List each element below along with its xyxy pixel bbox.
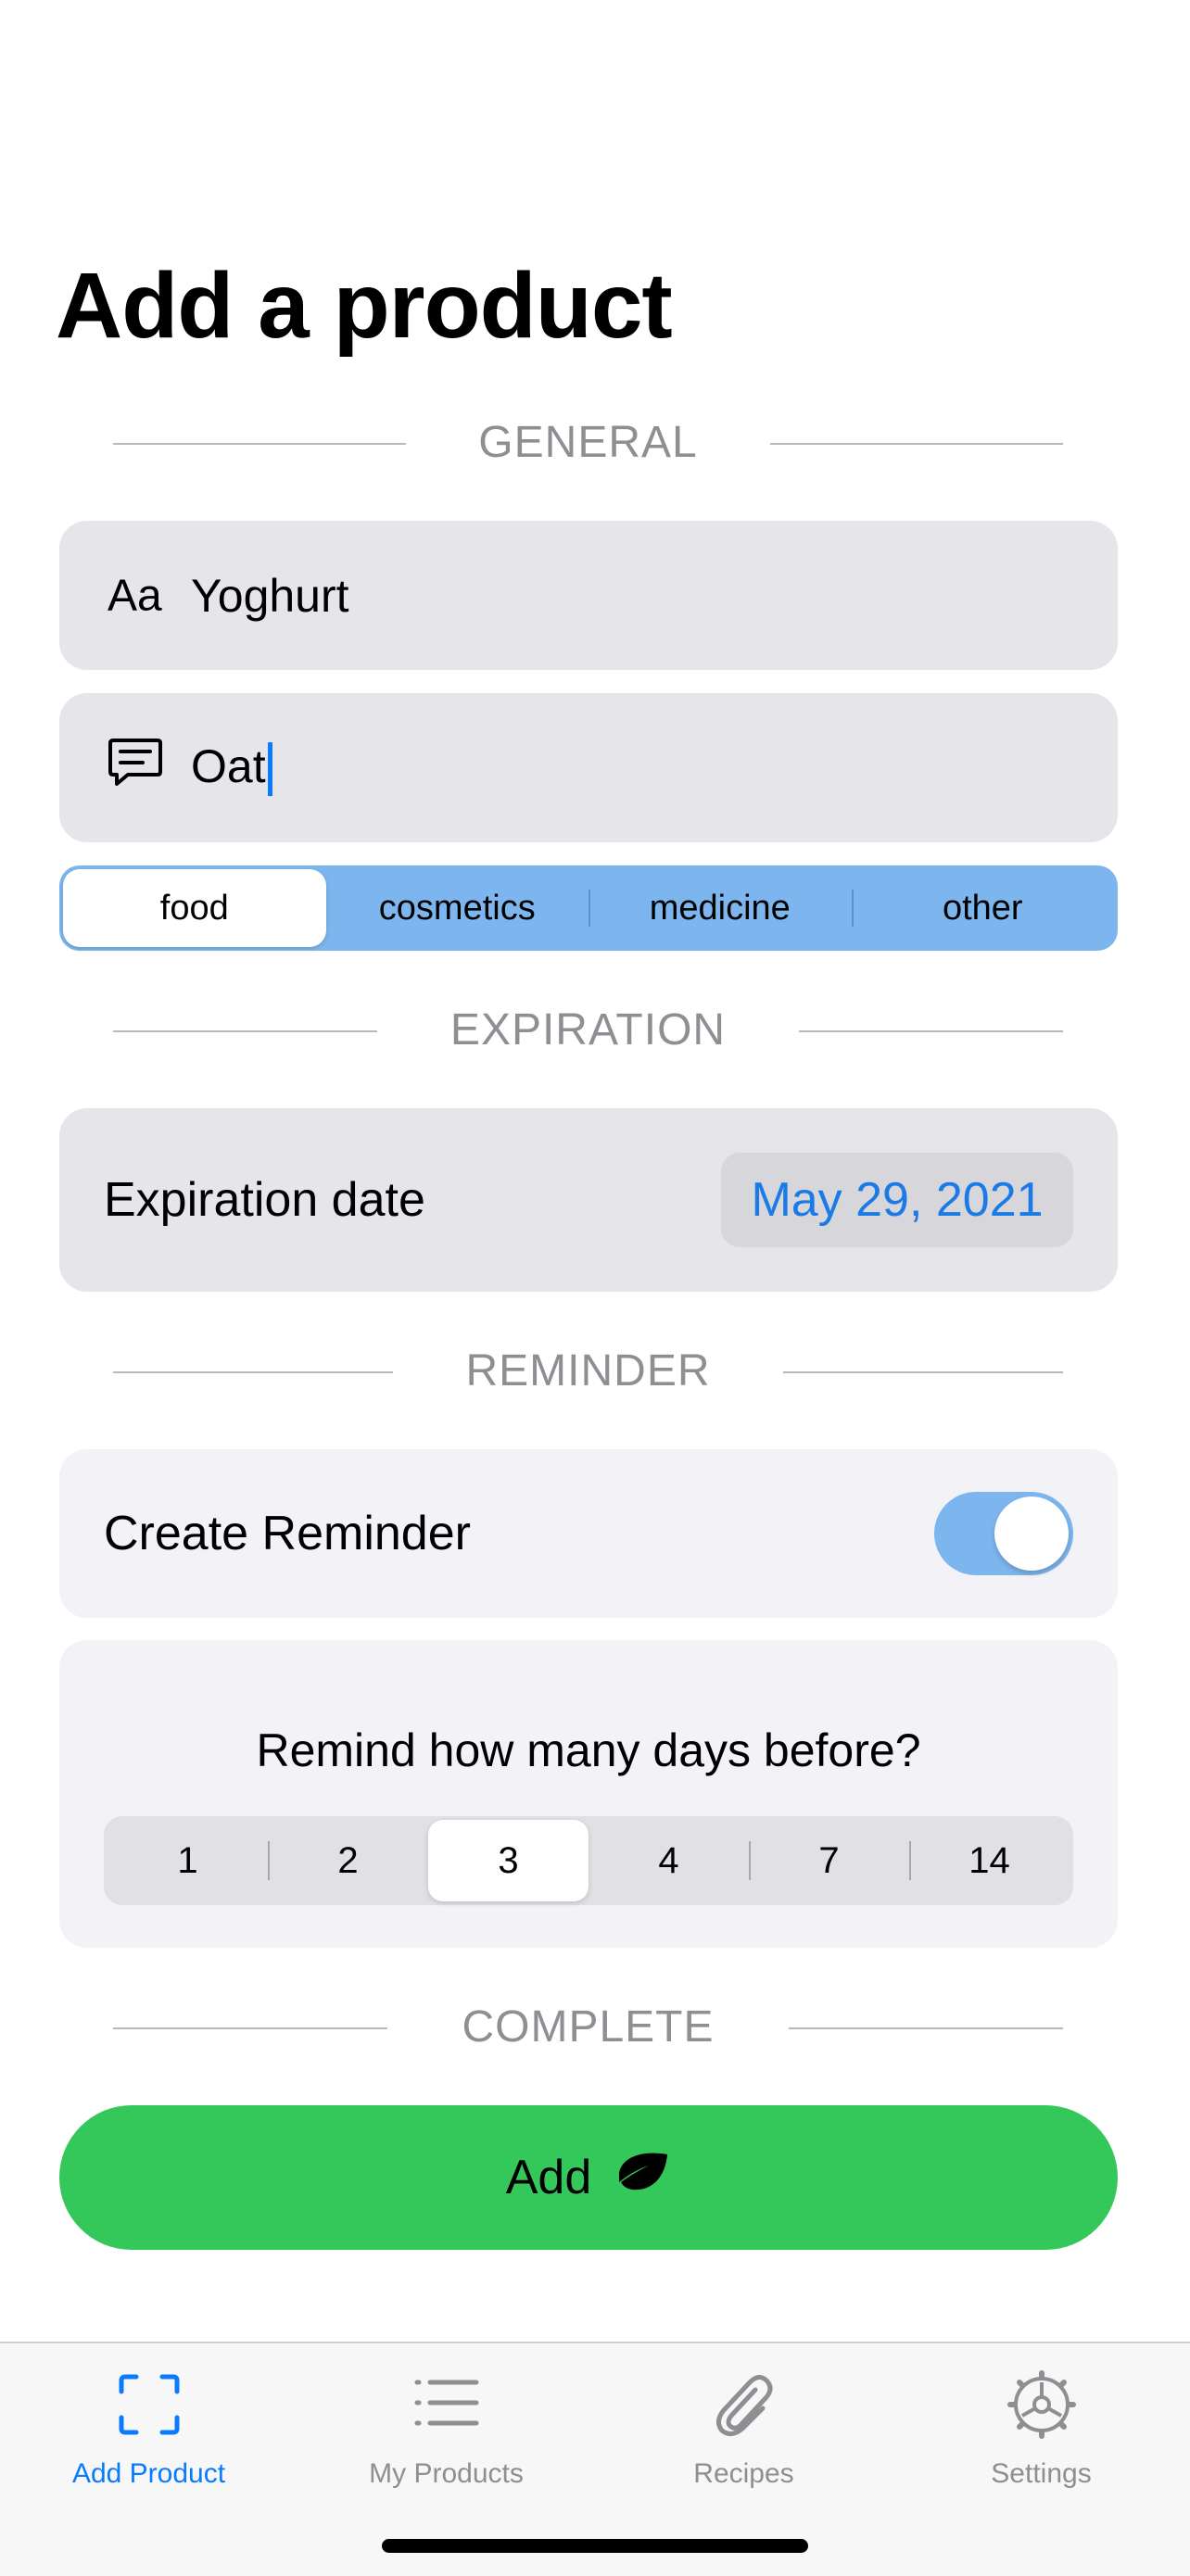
add-product-button[interactable]: Add	[59, 2105, 1118, 2250]
remind-days-card: Remind how many days before? 1 2 3 4 7 1…	[59, 1640, 1118, 1948]
section-header-complete: COMPLETE	[113, 2000, 1063, 2055]
remind-days-segmented-control[interactable]: 1 2 3 4 7 14	[104, 1816, 1073, 1905]
tab-label: Settings	[991, 2458, 1092, 2489]
product-name-value: Yoghurt	[191, 569, 349, 622]
product-note-field[interactable]: Oat	[59, 693, 1118, 842]
category-option-food[interactable]: food	[63, 869, 326, 947]
message-icon	[108, 737, 163, 800]
remind-days-option-1[interactable]: 1	[108, 1820, 268, 1901]
remind-days-option-4[interactable]: 4	[589, 1820, 749, 1901]
category-option-other[interactable]: other	[851, 869, 1115, 947]
expiration-date-row: Expiration date May 29, 2021	[59, 1108, 1118, 1292]
category-segmented-control[interactable]: food cosmetics medicine other	[59, 865, 1118, 951]
remind-days-option-7[interactable]: 7	[749, 1820, 909, 1901]
section-label: COMPLETE	[462, 2002, 715, 2052]
paperclip-icon	[715, 2375, 772, 2436]
remind-days-question: Remind how many days before?	[256, 1724, 921, 1776]
tab-label: My Products	[369, 2458, 524, 2489]
gear-icon	[1006, 2370, 1076, 2439]
home-indicator	[382, 2539, 808, 2553]
leaf-icon	[615, 2149, 671, 2207]
create-reminder-row: Create Reminder	[59, 1449, 1118, 1618]
product-name-field[interactable]: Aa Yoghurt	[59, 521, 1118, 670]
toggle-knob	[994, 1496, 1069, 1571]
product-note-value: Oat	[191, 739, 266, 792]
section-header-general: GENERAL	[113, 415, 1063, 471]
text-format-icon: Aa	[108, 571, 162, 620]
section-label: EXPIRATION	[449, 1005, 727, 1054]
tab-recipes[interactable]: Recipes	[595, 2343, 892, 2510]
text-cursor	[267, 742, 272, 797]
create-reminder-toggle[interactable]	[934, 1492, 1073, 1575]
section-label: REMINDER	[465, 1346, 711, 1395]
category-option-cosmetics[interactable]: cosmetics	[326, 869, 589, 947]
tab-label: Add Product	[71, 2458, 226, 2489]
category-option-medicine[interactable]: medicine	[589, 869, 852, 947]
scan-icon	[119, 2374, 179, 2435]
section-header-reminder: REMINDER	[113, 1344, 1063, 1399]
tab-add-product[interactable]: Add Product	[0, 2343, 298, 2510]
expiration-date-picker[interactable]: May 29, 2021	[721, 1153, 1073, 1247]
list-icon	[414, 2380, 478, 2426]
expiration-date-label: Expiration date	[104, 1173, 425, 1227]
remind-days-option-14[interactable]: 14	[909, 1820, 1070, 1901]
remind-days-option-3[interactable]: 3	[428, 1820, 589, 1901]
tab-label: Recipes	[693, 2458, 794, 2489]
page-title: Add a product	[56, 254, 673, 358]
section-header-expiration: EXPIRATION	[113, 1003, 1063, 1058]
product-note-input: Oat	[191, 739, 272, 797]
create-reminder-label: Create Reminder	[104, 1507, 471, 1560]
remind-days-option-2[interactable]: 2	[268, 1820, 428, 1901]
section-label: GENERAL	[478, 418, 698, 467]
add-button-label: Add	[505, 2151, 592, 2204]
tab-my-products[interactable]: My Products	[298, 2343, 595, 2510]
tab-settings[interactable]: Settings	[892, 2343, 1190, 2510]
